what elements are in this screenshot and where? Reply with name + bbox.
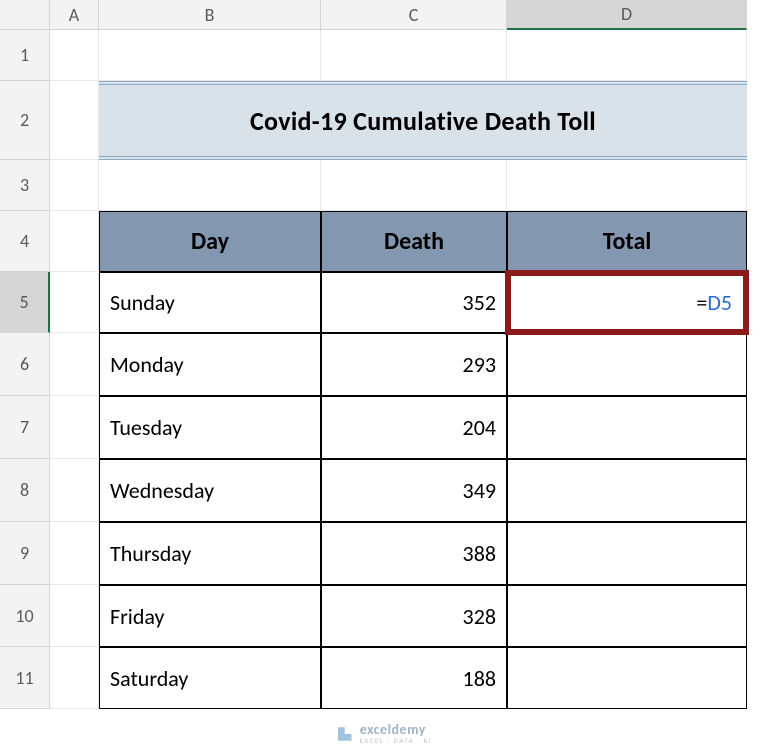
row-header-7[interactable]: 7	[0, 396, 50, 459]
cell-B3[interactable]	[99, 160, 321, 211]
cell-day-8[interactable]: Wednesday	[99, 459, 321, 522]
row-header-9[interactable]: 9	[0, 522, 50, 585]
cell-death-11[interactable]: 188	[321, 647, 507, 709]
header-total[interactable]: Total	[507, 211, 747, 272]
title-cell[interactable]: Covid-19 Cumulative Death Toll	[99, 81, 747, 160]
cell-A9[interactable]	[50, 522, 99, 585]
col-header-B[interactable]: B	[99, 0, 321, 30]
row-header-1[interactable]: 1	[0, 30, 50, 81]
cell-A4[interactable]	[50, 211, 99, 272]
cell-total-9[interactable]	[507, 522, 747, 585]
cell-day-6[interactable]: Monday	[99, 333, 321, 396]
row-header-2[interactable]: 2	[0, 81, 50, 160]
watermark-name: exceldemy	[360, 723, 433, 737]
cell-death-5[interactable]: 352	[321, 272, 507, 333]
cell-death-8[interactable]: 349	[321, 459, 507, 522]
cell-A7[interactable]	[50, 396, 99, 459]
row-header-10[interactable]: 10	[0, 585, 50, 647]
exceldemy-logo-icon	[336, 725, 354, 743]
cell-death-6[interactable]: 293	[321, 333, 507, 396]
cell-A8[interactable]	[50, 459, 99, 522]
cell-A5[interactable]	[50, 272, 99, 333]
cell-day-5[interactable]: Sunday	[99, 272, 321, 333]
header-death[interactable]: Death	[321, 211, 507, 272]
row-header-4[interactable]: 4	[0, 211, 50, 272]
cell-A10[interactable]	[50, 585, 99, 647]
cell-day-9[interactable]: Thursday	[99, 522, 321, 585]
cell-total-10[interactable]	[507, 585, 747, 647]
cell-death-7[interactable]: 204	[321, 396, 507, 459]
formula-text: =D5	[696, 289, 732, 316]
select-all-corner[interactable]	[0, 0, 50, 30]
row-header-11[interactable]: 11	[0, 647, 50, 709]
cell-death-9[interactable]: 388	[321, 522, 507, 585]
cell-total-7[interactable]	[507, 396, 747, 459]
cell-total-11[interactable]	[507, 647, 747, 709]
row-header-5[interactable]: 5	[0, 272, 50, 333]
cell-A6[interactable]	[50, 333, 99, 396]
cell-A2[interactable]	[50, 81, 99, 160]
cell-A3[interactable]	[50, 160, 99, 211]
cell-A1[interactable]	[50, 30, 99, 81]
cell-total-6[interactable]	[507, 333, 747, 396]
cell-B1[interactable]	[99, 30, 321, 81]
col-header-C[interactable]: C	[321, 0, 507, 30]
cell-total-5-active[interactable]: =D5	[507, 272, 747, 333]
cell-total-8[interactable]	[507, 459, 747, 522]
cell-D3[interactable]	[507, 160, 747, 211]
watermark-tagline: EXCEL · DATA · BI	[360, 737, 433, 744]
col-header-D[interactable]: D	[507, 0, 747, 30]
cell-C3[interactable]	[321, 160, 507, 211]
row-header-3[interactable]: 3	[0, 160, 50, 211]
cell-A11[interactable]	[50, 647, 99, 709]
cell-C1[interactable]	[321, 30, 507, 81]
col-header-A[interactable]: A	[50, 0, 99, 30]
cell-day-7[interactable]: Tuesday	[99, 396, 321, 459]
cell-day-11[interactable]: Saturday	[99, 647, 321, 709]
cell-day-10[interactable]: Friday	[99, 585, 321, 647]
cell-death-10[interactable]: 328	[321, 585, 507, 647]
row-header-8[interactable]: 8	[0, 459, 50, 522]
header-day[interactable]: Day	[99, 211, 321, 272]
spreadsheet-grid: A B C D 1 2 Covid-19 Cumulative Death To…	[0, 0, 768, 709]
row-header-6[interactable]: 6	[0, 333, 50, 396]
cell-D1[interactable]	[507, 30, 747, 81]
watermark: exceldemy EXCEL · DATA · BI	[336, 723, 433, 744]
